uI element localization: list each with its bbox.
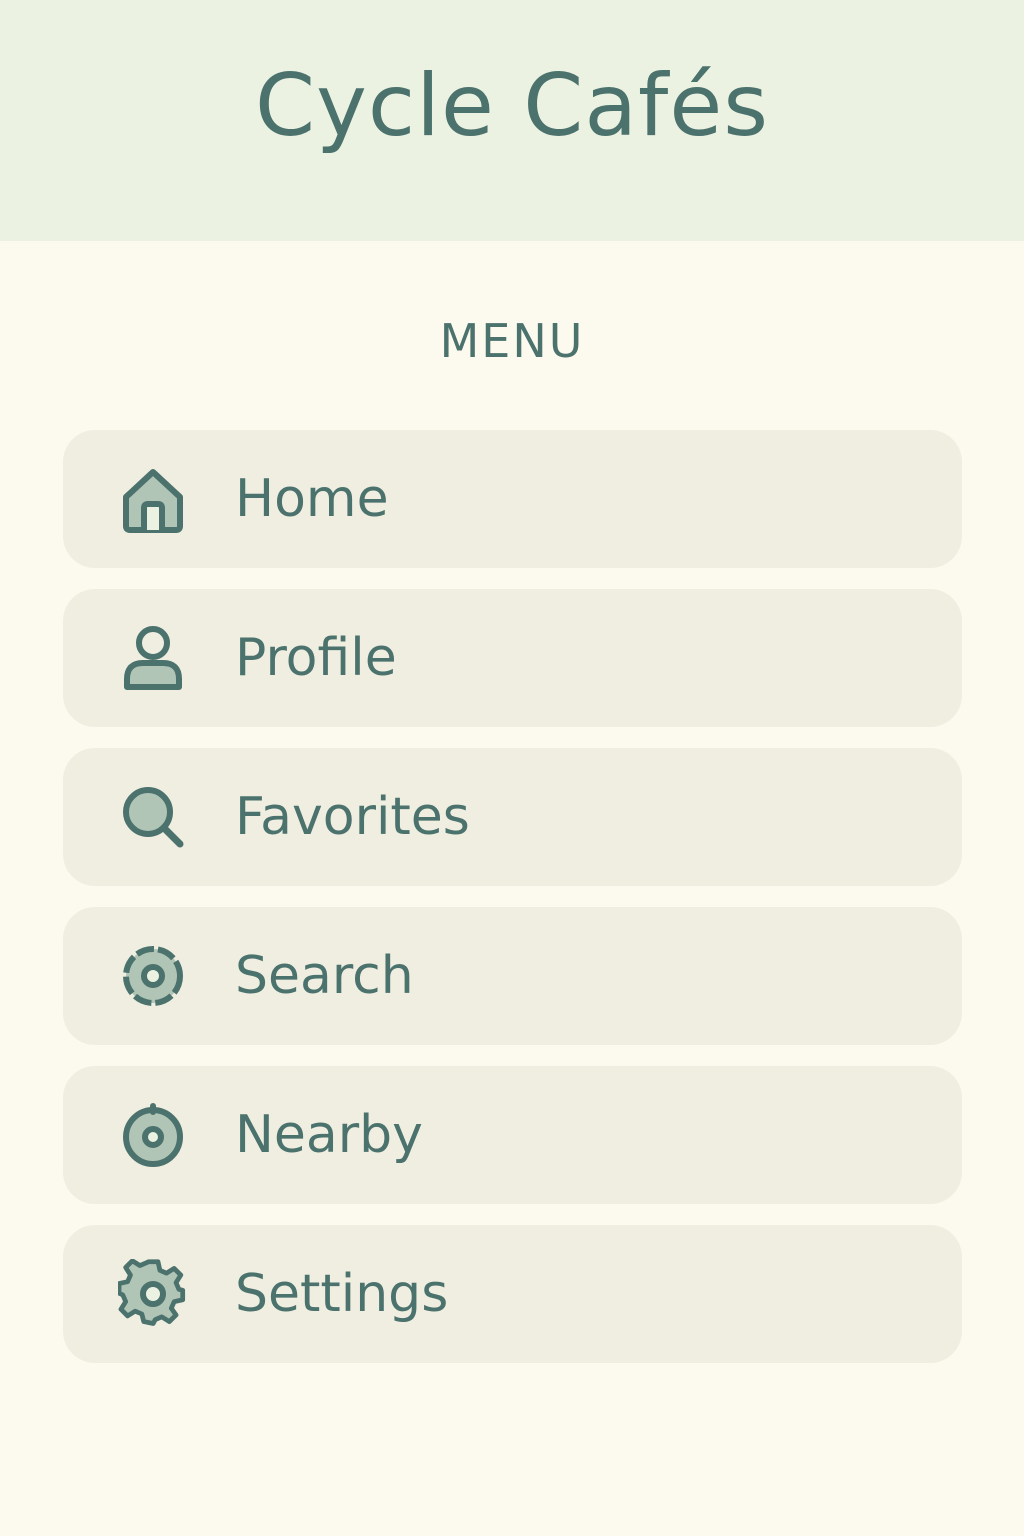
location-pin-icon	[117, 1099, 189, 1171]
menu-item-home[interactable]: Home	[63, 430, 962, 568]
menu-item-profile[interactable]: Profile	[63, 589, 962, 727]
home-icon	[117, 463, 189, 535]
menu-item-nearby[interactable]: Nearby	[63, 1066, 962, 1204]
menu-item-label: Favorites	[235, 787, 470, 847]
user-icon	[117, 622, 189, 694]
menu-item-search[interactable]: Search	[63, 907, 962, 1045]
menu-item-label: Settings	[235, 1264, 449, 1324]
gear-icon	[117, 1258, 189, 1330]
menu-item-label: Profile	[235, 628, 397, 688]
menu-item-label: Nearby	[235, 1105, 423, 1165]
menu-item-label: Search	[235, 946, 414, 1006]
app-header: Cycle Cafés	[0, 0, 1024, 241]
menu-heading: MENU	[439, 314, 585, 368]
app-title: Cycle Cafés	[254, 55, 770, 156]
menu-item-settings[interactable]: Settings	[63, 1225, 962, 1363]
gear-outline-icon	[117, 940, 189, 1012]
menu-item-label: Home	[235, 469, 389, 529]
menu-item-favorites[interactable]: Favorites	[63, 748, 962, 886]
search-icon	[117, 781, 189, 853]
menu-list: Home Profile Favorites Search Nearby Set…	[63, 430, 962, 1384]
